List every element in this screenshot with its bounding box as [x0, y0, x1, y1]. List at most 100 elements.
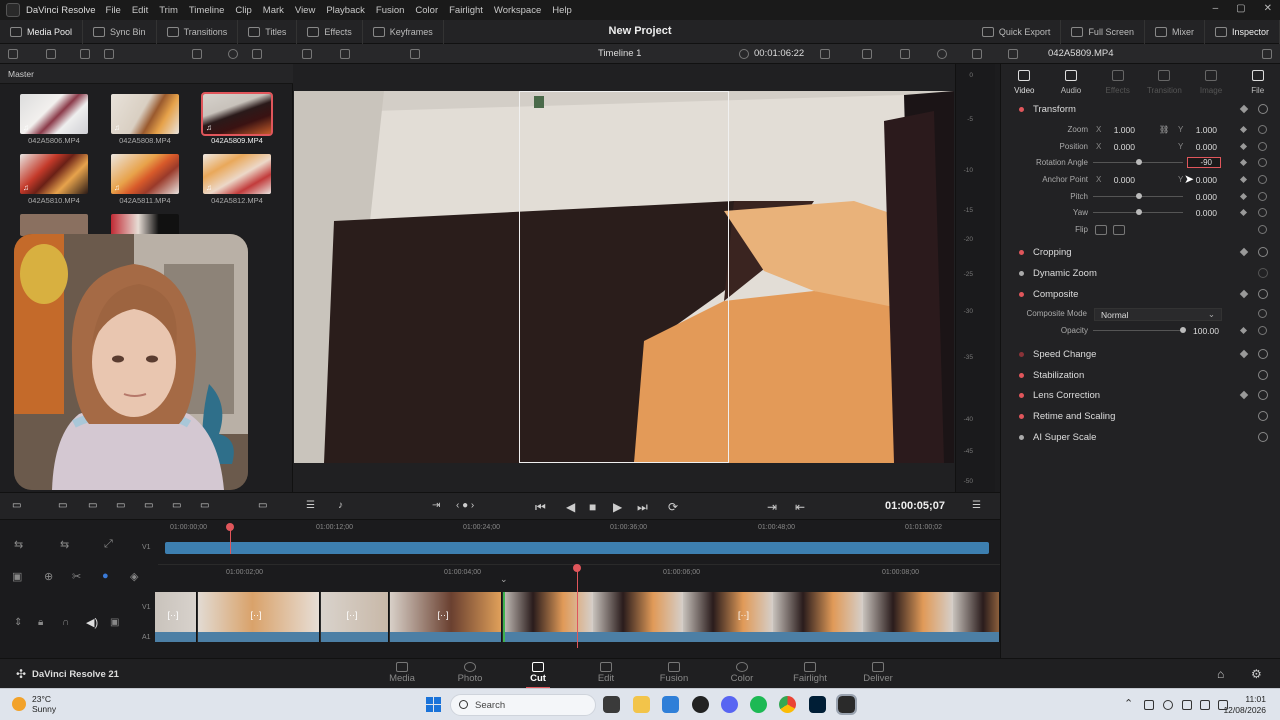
composite-mode-dropdown[interactable]: Normal ⌄ — [1094, 308, 1222, 321]
keyframe-icon[interactable] — [1239, 390, 1249, 400]
mixer-button[interactable]: Mixer — [1145, 20, 1205, 44]
clip-thumbnail[interactable]: ♫ — [111, 154, 179, 194]
reset-icon[interactable] — [1258, 268, 1268, 278]
tab-effects[interactable]: Effects — [1094, 64, 1141, 98]
tool-overwrite-icon[interactable]: ▭ — [116, 500, 125, 511]
page-color[interactable]: Color — [712, 659, 772, 689]
page-photo[interactable]: Photo — [440, 659, 500, 689]
lower-playhead-handle[interactable] — [573, 564, 581, 572]
menu-clip[interactable]: Clip — [235, 5, 251, 16]
reset-icon[interactable] — [1258, 390, 1268, 400]
scissors-icon[interactable]: ✂ — [72, 570, 81, 583]
tab-transition[interactable]: Transition — [1141, 64, 1188, 98]
snap-icon[interactable]: ● — [102, 570, 109, 582]
reset-icon[interactable] — [1258, 411, 1268, 421]
rotation-slider-knob[interactable] — [1136, 159, 1142, 165]
tool-insert-icon[interactable]: ▭ — [88, 500, 97, 511]
section-speed-change[interactable]: Speed Change — [1001, 345, 1280, 365]
menu-view[interactable]: View — [295, 5, 315, 16]
reset-icon[interactable] — [1258, 309, 1267, 318]
track-icon[interactable]: ⊕ — [44, 570, 53, 583]
tab-file[interactable]: File — [1234, 64, 1280, 98]
reset-icon[interactable] — [1258, 142, 1267, 151]
enable-toggle-icon[interactable] — [1019, 393, 1024, 398]
discord-icon[interactable] — [721, 696, 738, 713]
chevron-up-icon[interactable]: ⌃ — [1124, 697, 1133, 710]
jog-icon[interactable]: ⇥ — [432, 500, 440, 511]
track-move-icon[interactable]: ⇕ — [14, 617, 22, 628]
titles-button[interactable]: Titles — [238, 19, 298, 44]
viewer-panel[interactable] — [293, 64, 993, 492]
keyframe-icon[interactable] — [1239, 289, 1249, 299]
reset-icon[interactable] — [1258, 225, 1267, 234]
keyframe-icon[interactable] — [1239, 192, 1248, 201]
clip-thumbnail[interactable]: ♫ — [20, 94, 88, 134]
clip-thumbnail[interactable]: ♫ — [111, 94, 179, 134]
viewer-options-icon[interactable] — [862, 49, 872, 59]
transitions-button[interactable]: Transitions — [157, 19, 239, 44]
timeline-clip[interactable]: [··] — [321, 592, 389, 642]
menu-fusion[interactable]: Fusion — [376, 5, 405, 16]
enable-toggle-icon[interactable] — [1019, 373, 1024, 378]
next-edit-icon[interactable]: ⇥ — [767, 500, 777, 514]
section-retime-scaling[interactable]: Retime and Scaling — [1001, 407, 1280, 427]
timeline-clip[interactable]: [··] — [390, 592, 502, 642]
tool-trim-icon[interactable]: ▭ — [58, 500, 67, 511]
github-icon[interactable] — [692, 696, 709, 713]
tool-place-on-top-icon[interactable]: ▭ — [258, 500, 267, 511]
menu-workspace[interactable]: Workspace — [494, 5, 541, 16]
prev-edit-icon[interactable]: ⇤ — [795, 500, 805, 514]
menu-file[interactable]: File — [106, 5, 121, 16]
reset-icon[interactable] — [1258, 326, 1267, 335]
grid-view-icon[interactable] — [192, 49, 202, 59]
keyframe-icon[interactable] — [1239, 326, 1248, 335]
menu-timeline[interactable]: Timeline — [189, 5, 225, 16]
task-view-icon[interactable] — [603, 696, 620, 713]
chrome-icon[interactable] — [779, 696, 796, 713]
windows-start-icon[interactable] — [426, 697, 441, 712]
import-icon[interactable] — [46, 49, 56, 59]
keyframes-button[interactable]: Keyframes — [363, 19, 444, 44]
split-icon[interactable] — [410, 49, 420, 59]
section-transform[interactable]: Transform — [1001, 100, 1280, 120]
enable-toggle-icon[interactable] — [1019, 352, 1024, 357]
loop-icon[interactable] — [937, 49, 947, 59]
tool-settings-icon[interactable]: ☰ — [306, 500, 315, 511]
clip-thumbnail-selected[interactable]: ♫ — [201, 92, 273, 136]
track-icon[interactable]: ◈ — [130, 570, 138, 583]
maximize-icon[interactable]: ▢ — [1236, 3, 1245, 14]
menu-icon[interactable]: ☰ — [972, 500, 981, 511]
tool-select-icon[interactable]: ▭ — [12, 500, 21, 511]
layout-icon[interactable] — [340, 49, 350, 59]
playhead-timecode[interactable]: 01:00:05;07 — [885, 500, 945, 512]
tool-append-icon[interactable]: ▭ — [144, 500, 153, 511]
tab-image[interactable]: Image — [1188, 64, 1235, 98]
zoom-x-field[interactable]: 1.000 — [1095, 125, 1135, 135]
taskbar-search[interactable]: Search — [450, 694, 596, 716]
davinci-taskbar-icon[interactable] — [836, 694, 857, 715]
link-icon[interactable] — [104, 49, 114, 59]
yaw-field[interactable]: 0.000 — [1177, 208, 1217, 218]
upper-timeline-ruler[interactable]: 01:00:00;00 01:00:12;00 01:00:24;00 01:0… — [158, 520, 1000, 536]
menu-edit[interactable]: Edit — [132, 5, 148, 16]
reset-icon[interactable] — [1258, 175, 1267, 184]
track-toggle-icon[interactable]: ▣ — [110, 617, 119, 628]
enable-toggle-icon[interactable] — [1019, 250, 1024, 255]
file-explorer-icon[interactable] — [633, 696, 650, 713]
reset-icon[interactable] — [1258, 349, 1268, 359]
lock-icon[interactable]: 🔒︎ — [38, 617, 43, 628]
clip-thumbnail[interactable]: ♫ — [203, 154, 271, 194]
clip-thumbnail[interactable]: ♫ — [20, 154, 88, 194]
close-icon[interactable]: ✕ — [1264, 3, 1272, 14]
keyframe-icon[interactable] — [1239, 349, 1249, 359]
search-icon[interactable] — [228, 49, 238, 59]
reset-icon[interactable] — [1258, 247, 1268, 257]
enable-toggle-icon[interactable] — [1019, 435, 1024, 440]
tool-close-up-icon[interactable]: ▭ — [200, 500, 209, 511]
viewer-mode-icon[interactable] — [302, 49, 312, 59]
reset-icon[interactable] — [1258, 370, 1268, 380]
reset-icon[interactable] — [1258, 289, 1268, 299]
anchor-y-field[interactable]: 0.000 — [1177, 175, 1217, 185]
position-y-field[interactable]: 0.000 — [1177, 142, 1217, 152]
reset-icon[interactable] — [1258, 208, 1267, 217]
